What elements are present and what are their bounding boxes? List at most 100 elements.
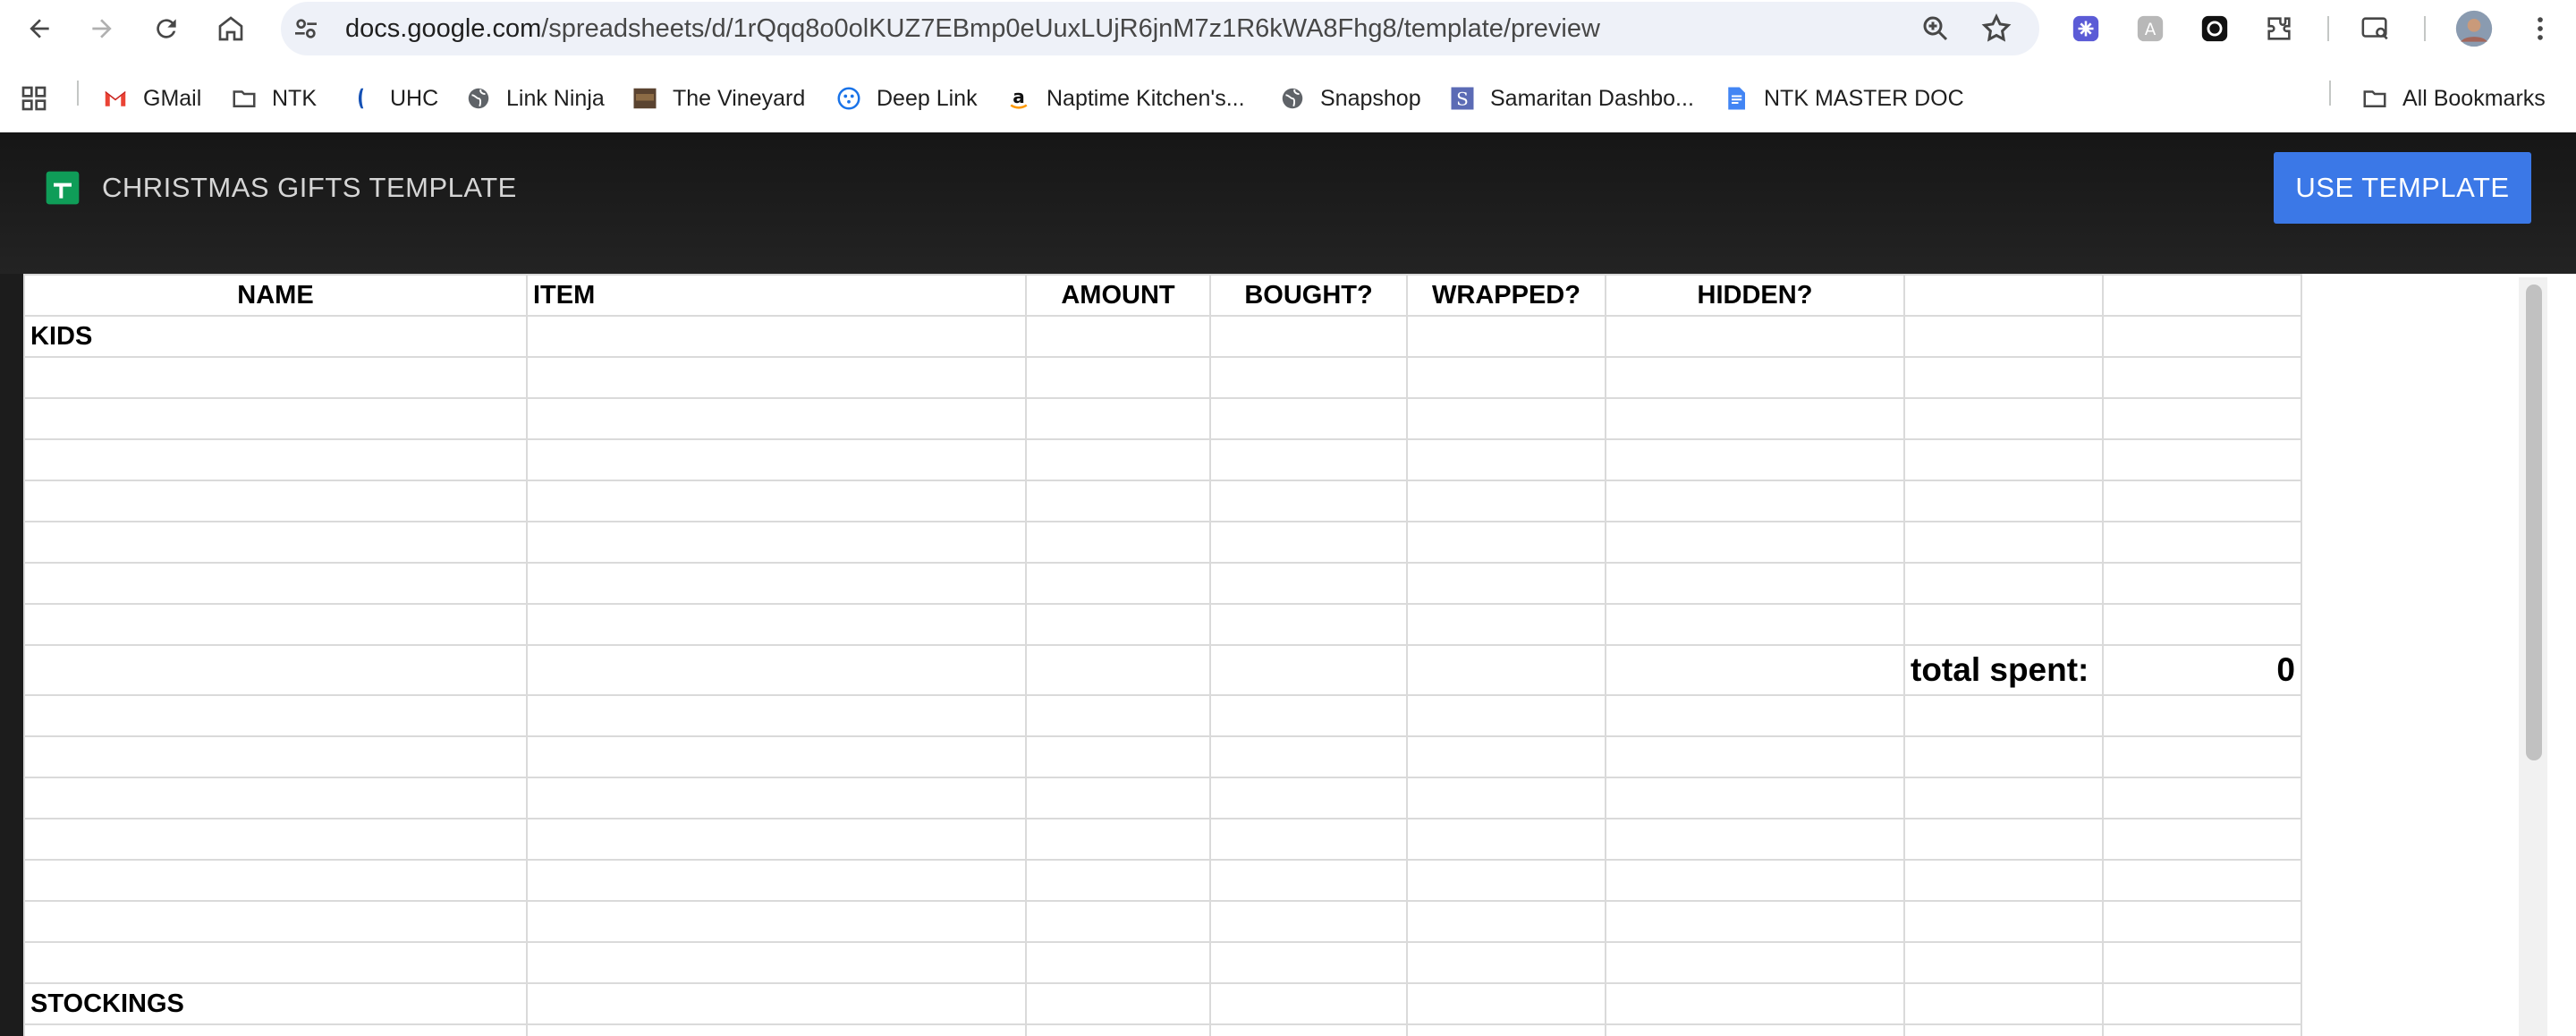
cell[interactable] — [526, 480, 1027, 522]
cell[interactable] — [1903, 818, 2104, 861]
cell[interactable] — [1025, 859, 1211, 902]
cell[interactable] — [1025, 1023, 1211, 1036]
cell[interactable] — [1903, 562, 2104, 605]
cell[interactable] — [2102, 521, 2302, 564]
cell[interactable] — [2102, 900, 2302, 943]
cell[interactable] — [1406, 397, 1606, 440]
cell[interactable] — [2102, 438, 2302, 481]
cell[interactable] — [1406, 941, 1606, 984]
cell[interactable] — [1406, 818, 1606, 861]
header-cell[interactable]: ITEM — [526, 274, 1027, 317]
cell[interactable] — [1903, 735, 2104, 778]
cell[interactable] — [1406, 777, 1606, 819]
cell[interactable] — [1605, 480, 1905, 522]
cell[interactable] — [23, 818, 528, 861]
cell[interactable] — [1605, 603, 1905, 646]
cell[interactable] — [2102, 356, 2302, 399]
bookmark-samaritan-dashboard[interactable]: S Samaritan Dashbo... — [1449, 79, 1694, 118]
cell[interactable] — [2102, 941, 2302, 984]
extensions-puzzle-icon[interactable] — [2263, 13, 2295, 45]
home-button[interactable] — [211, 9, 250, 48]
cell[interactable] — [1209, 315, 1408, 358]
extension-2-icon[interactable]: A — [2134, 13, 2166, 45]
back-button[interactable] — [20, 9, 59, 48]
header-cell[interactable]: NAME — [23, 274, 528, 317]
cell[interactable] — [526, 562, 1027, 605]
cell[interactable] — [526, 735, 1027, 778]
cell[interactable] — [1605, 644, 1905, 696]
extension-1-icon[interactable] — [2070, 13, 2102, 45]
reload-button[interactable] — [147, 9, 186, 48]
cell[interactable] — [1605, 1023, 1905, 1036]
cell[interactable] — [1605, 859, 1905, 902]
cell[interactable] — [1406, 315, 1606, 358]
bookmark-uhc[interactable]: UHC — [349, 79, 438, 118]
cell[interactable] — [1209, 603, 1408, 646]
cell[interactable] — [526, 438, 1027, 481]
cell[interactable] — [1025, 521, 1211, 564]
cell[interactable] — [1406, 859, 1606, 902]
cell[interactable] — [23, 644, 528, 696]
bookmark-star-icon[interactable] — [1980, 13, 2012, 45]
cell[interactable] — [1209, 1023, 1408, 1036]
cell[interactable] — [1605, 818, 1905, 861]
cell[interactable] — [526, 356, 1027, 399]
url-text[interactable]: docs.google.com/spreadsheets/d/1rQqq8o0o… — [345, 2, 1600, 55]
cell[interactable] — [1406, 480, 1606, 522]
bookmark-ntk[interactable]: NTK — [231, 79, 317, 118]
header-cell[interactable]: WRAPPED? — [1406, 274, 1606, 317]
extension-3-icon[interactable] — [2199, 13, 2231, 45]
cell[interactable] — [1209, 777, 1408, 819]
cell[interactable] — [1025, 818, 1211, 861]
cell[interactable] — [1025, 777, 1211, 819]
cell[interactable] — [1406, 562, 1606, 605]
cell[interactable] — [1025, 356, 1211, 399]
cell[interactable] — [1605, 777, 1905, 819]
cell[interactable] — [1209, 356, 1408, 399]
cell[interactable] — [1025, 438, 1211, 481]
cell[interactable] — [1903, 603, 2104, 646]
cell[interactable] — [1209, 397, 1408, 440]
cell[interactable] — [23, 941, 528, 984]
section-label-kids[interactable]: KIDS — [23, 315, 528, 358]
cell[interactable] — [2102, 777, 2302, 819]
header-cell[interactable]: HIDDEN? — [1605, 274, 1905, 317]
cell[interactable] — [2102, 315, 2302, 358]
cell[interactable] — [23, 356, 528, 399]
cell[interactable] — [1903, 900, 2104, 943]
cell[interactable] — [1406, 438, 1606, 481]
header-cell[interactable] — [2102, 274, 2302, 317]
cell[interactable] — [526, 900, 1027, 943]
cell[interactable] — [1605, 735, 1905, 778]
cell[interactable] — [1605, 438, 1905, 481]
site-settings-icon[interactable] — [292, 14, 320, 43]
profile-avatar[interactable] — [2454, 9, 2494, 48]
cell[interactable] — [23, 735, 528, 778]
vertical-scrollbar[interactable] — [2519, 277, 2547, 1036]
cell[interactable] — [1903, 480, 2104, 522]
section-label-stockings[interactable]: STOCKINGS — [23, 982, 528, 1025]
cell[interactable] — [1209, 438, 1408, 481]
cell[interactable] — [1406, 644, 1606, 696]
cell[interactable] — [2102, 694, 2302, 737]
more-menu-icon[interactable] — [2524, 13, 2556, 45]
cell[interactable] — [1209, 735, 1408, 778]
cell[interactable] — [1903, 521, 2104, 564]
forward-button[interactable] — [82, 9, 122, 48]
cell[interactable] — [23, 603, 528, 646]
cell[interactable] — [1903, 315, 2104, 358]
apps-grid-icon[interactable] — [20, 79, 48, 118]
bookmark-gmail[interactable]: GMail — [102, 79, 201, 118]
cell[interactable] — [526, 521, 1027, 564]
cell[interactable] — [1025, 603, 1211, 646]
scrollbar-thumb[interactable] — [2526, 284, 2542, 760]
header-cell[interactable]: BOUGHT? — [1209, 274, 1408, 317]
zoom-icon[interactable] — [1919, 13, 1952, 45]
bookmark-link-ninja[interactable]: Link Ninja — [465, 79, 605, 118]
cell[interactable] — [23, 900, 528, 943]
cell[interactable] — [526, 982, 1027, 1025]
cell[interactable] — [23, 397, 528, 440]
cell[interactable] — [23, 1023, 528, 1036]
total-spent-value[interactable]: 0 — [2102, 644, 2302, 696]
cell[interactable] — [23, 694, 528, 737]
